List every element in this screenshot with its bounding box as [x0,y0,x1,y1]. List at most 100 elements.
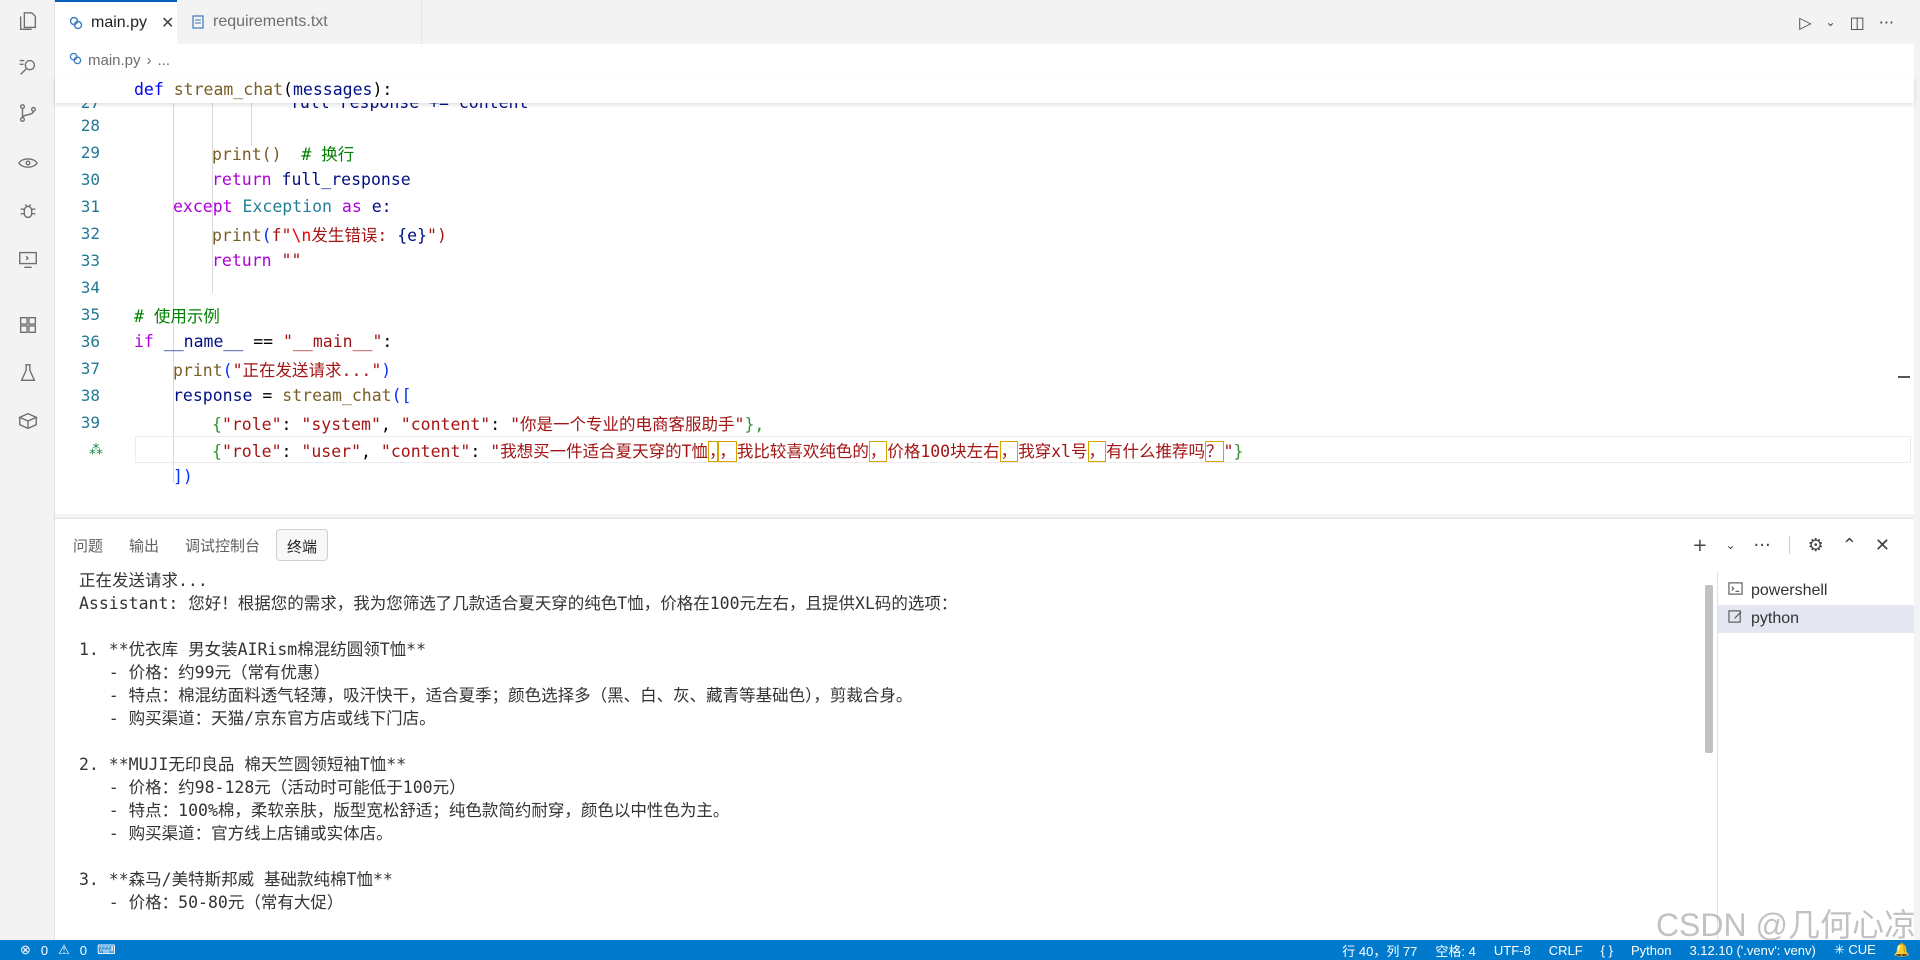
code-editor[interactable]: def stream_chat(messages): 27 full_respo… [55,76,1914,510]
text-file-icon [191,15,205,29]
language-braces[interactable]: { } [1601,943,1613,958]
notifications-bell-icon[interactable]: 🔔 [1894,942,1910,958]
status-left: ⊗ 0 ⚠ 0 ⌨ [20,942,116,958]
unicode-highlight[interactable]: ， [999,440,1019,462]
code-line-33: 33 return "" [55,247,1914,274]
code-token: e: [371,197,392,216]
split-editor-icon[interactable]: ◫ [1850,13,1865,32]
more-actions-icon[interactable]: ··· [1754,535,1771,556]
code-token: if [134,332,154,351]
breadcrumb-symbol[interactable]: ... [158,52,171,69]
containers-icon[interactable] [15,408,41,434]
divider [1788,536,1790,554]
ports-icon[interactable]: ⌨ [97,942,116,958]
code-token: " [1223,441,1234,461]
code-token: Exception [242,197,332,216]
code-token: : [490,414,511,434]
terminal-item-powershell[interactable]: powershell [1718,577,1914,605]
terminal-item-python[interactable]: python [1718,605,1914,633]
unicode-highlight[interactable]: ， [718,440,737,462]
copilot-sparkle-icon[interactable]: ⁂ [89,442,103,458]
debug-bug-icon[interactable] [15,198,41,224]
code-line-36: 36 if __name__ == "__main__": [55,328,1914,355]
code-token: }, [744,414,765,434]
search-icon[interactable] [15,54,41,80]
terminal-line: Assistant: 您好！根据您的需求，我为您筛选了几款适合夏天穿的纯色T恤，… [79,594,958,613]
terminal-line: 2. **MUJI无印良品 棉天竺圆领短袖T恤** [79,755,407,774]
breadcrumb: main.py › ... [69,48,170,72]
tab-output[interactable]: 输出 [119,529,169,561]
more-actions-icon[interactable]: ··· [1879,13,1894,32]
code-token: print() [212,144,282,164]
tab-label: main.py [91,14,148,31]
close-panel-icon[interactable]: ✕ [1875,535,1890,556]
tab-terminal[interactable]: 终端 [276,529,329,561]
cursor-position[interactable]: 行 40，列 77 [1342,941,1417,960]
line-number: 34 [80,278,100,297]
chevron-right-icon: › [146,51,152,69]
unicode-highlight[interactable]: ？ [1205,440,1224,462]
status-right: 行 40，列 77 空格: 4 UTF-8 CRLF { } Python 3.… [1342,941,1910,960]
code-line-32: 32 print(f"\n发生错误: {e}") [55,220,1914,247]
editor-actions: ▷ ⌄ ◫ ··· [1799,0,1894,44]
breadcrumb-file[interactable]: main.py [88,52,141,69]
terminal-line: - 特点：100%棉，柔软亲肤，版型宽松舒适；纯色款简约耐穿，颜色以中性色为主。 [79,801,730,820]
code-token: "role" [221,441,282,461]
terminal-output[interactable]: 正在发送请求... Assistant: 您好！根据您的需求，我为您筛选了几款适… [79,569,1759,939]
terminal-name: powershell [1751,582,1828,599]
code-token: "content" [400,414,491,434]
code-token: "正在发送请求..." [232,360,382,380]
encoding[interactable]: UTF-8 [1494,943,1531,958]
python-file-icon [69,52,82,69]
explorer-icon[interactable] [15,8,41,34]
code-token: : [470,441,491,461]
close-icon[interactable]: ✕ [161,13,174,33]
sticky-scroll-header[interactable]: def stream_chat(messages): [55,76,1914,103]
chevron-down-icon[interactable]: ⌄ [1826,15,1836,29]
language-mode[interactable]: Python [1631,943,1671,958]
testing-flask-icon[interactable] [15,360,41,386]
code-line-34: 34 [55,274,1914,301]
warning-icon[interactable]: ⚠ [58,942,70,958]
terminal-line: - 购买渠道：官方线上店铺或实体店。 [79,824,393,843]
indentation[interactable]: 空格: 4 [1435,941,1475,960]
unicode-highlight[interactable]: ， [1087,440,1106,462]
run-debug-icon[interactable] [15,150,41,176]
source-control-icon[interactable] [15,100,41,126]
error-count[interactable]: 0 [41,943,48,958]
chevron-down-icon[interactable]: ⌄ [1725,538,1735,552]
code-token: : [382,332,393,351]
code-token: as [341,197,362,216]
terminal-line: - 价格：约98-128元（活动时可能低于100元） [79,778,466,797]
cue-label: CUE [1848,942,1876,957]
end-of-line[interactable]: CRLF [1549,943,1583,958]
settings-sliders-icon[interactable]: ⚙ [1808,535,1824,556]
tab-debug-console[interactable]: 调试控制台 [175,529,270,561]
terminal-line: - 购买渠道：天猫/京东官方店或线下门店。 [79,709,436,728]
code-token: "我想买一件适合夏天穿的T恤 [490,441,709,461]
code-token: 价格100块左右 [887,441,1000,461]
code-line-41: ]) [55,463,1914,490]
line-number: 31 [80,197,100,216]
unicode-highlight[interactable]: ， [708,440,719,462]
code-line-35: 35 # 使用示例 [55,301,1914,328]
tab-requirements-txt[interactable]: requirements.txt [177,0,422,44]
code-token: , [380,414,401,434]
unicode-highlight[interactable]: ， [868,440,888,462]
code-token: 我穿xl号 [1018,441,1088,461]
remote-explorer-icon[interactable] [15,246,41,272]
cue-status[interactable]: ✳ CUE [1834,942,1876,958]
code-line-39: 39 {"role": "system", "content": "你是一个专业… [55,409,1914,436]
run-play-icon[interactable]: ▷ [1799,13,1811,32]
python-interpreter[interactable]: 3.12.10 ('.venv': venv) [1689,943,1815,958]
code-token: response [173,386,253,405]
tab-problems[interactable]: 问题 [63,529,113,561]
tab-main-py[interactable]: main.py ✕ [55,0,177,44]
warning-count[interactable]: 0 [80,943,87,958]
extensions-icon[interactable] [15,312,41,338]
new-terminal-icon[interactable]: + [1692,535,1707,556]
maximize-panel-icon[interactable]: ⌃ [1842,535,1857,556]
terminal-scrollbar[interactable] [1705,585,1713,753]
error-icon[interactable]: ⊗ [20,942,31,958]
